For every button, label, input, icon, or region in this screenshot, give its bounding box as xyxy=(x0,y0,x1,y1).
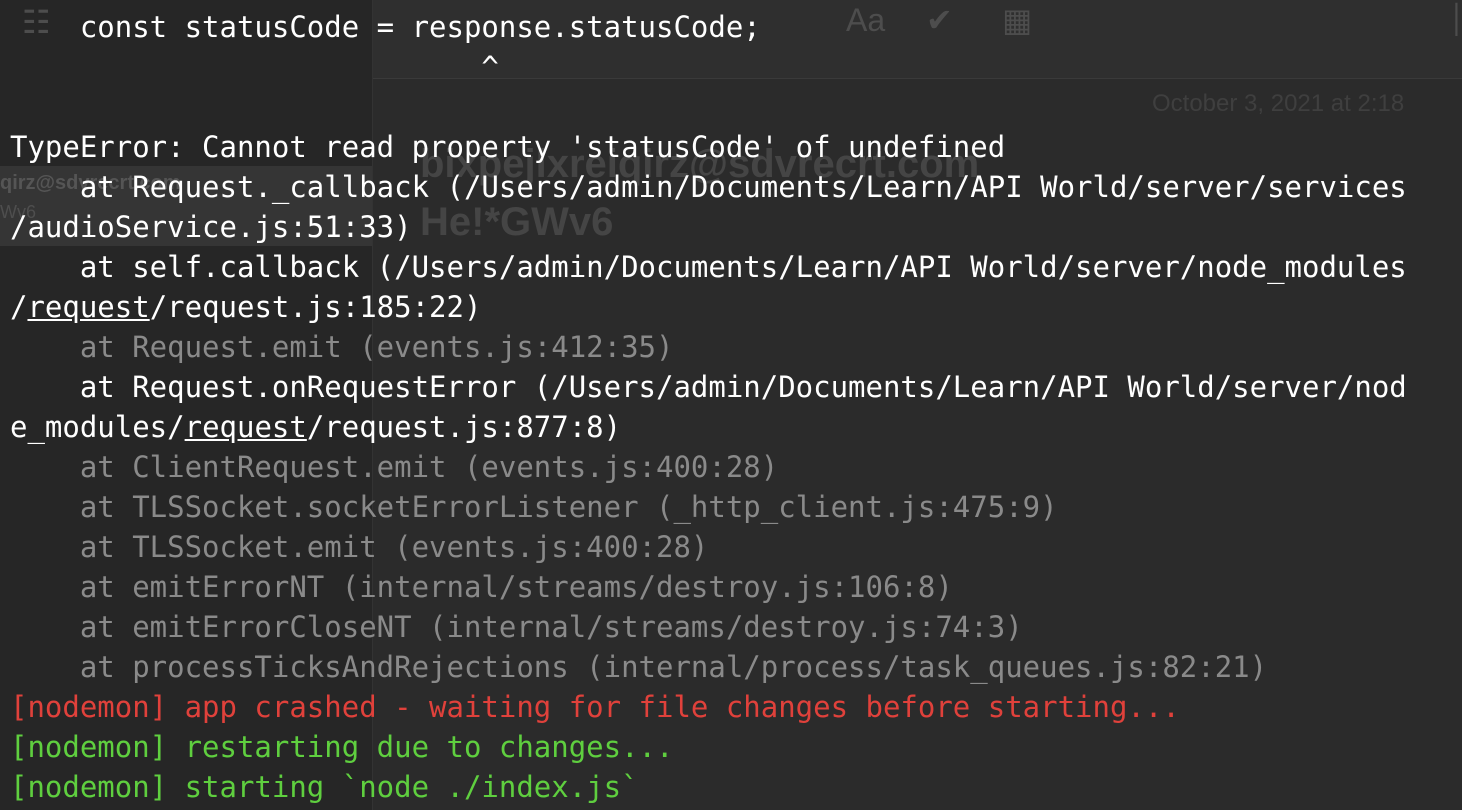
terminal-window: ☷ Aa ✔ ▦ │ October 3, 2021 at 2:18 bixpe… xyxy=(0,0,1462,810)
stack-frame-internal: at TLSSocket.socketErrorListener (_http_… xyxy=(10,490,1058,524)
stack-frame-internal: at emitErrorCloseNT (internal/streams/de… xyxy=(10,610,1023,644)
module-link[interactable]: request xyxy=(27,290,149,324)
stack-frame-internal: at processTicksAndRejections (internal/p… xyxy=(10,650,1268,684)
code-line: const statusCode = response.statusCode; xyxy=(10,10,761,44)
stack-frame: at self.callback (/Users/admin/Documents… xyxy=(10,250,1407,284)
nodemon-start-line: [nodemon] starting `node ./index.js` xyxy=(10,770,639,804)
path-segment: /request.js:185:22) xyxy=(149,290,482,324)
path-segment: /request.js:877:8) xyxy=(306,410,622,444)
nodemon-restart-line: [nodemon] restarting due to changes... xyxy=(10,730,674,764)
stack-frame: at Request._callback (/Users/admin/Docum… xyxy=(10,170,1407,204)
stack-frame-wrap: /request/request.js:185:22) xyxy=(10,287,1462,327)
terminal-output[interactable]: const statusCode = response.statusCode; … xyxy=(0,0,1462,810)
nodemon-crash-line: [nodemon] app crashed - waiting for file… xyxy=(10,690,1180,724)
stack-frame-internal: at Request.emit (events.js:412:35) xyxy=(10,330,674,364)
stack-frame: at Request.onRequestError (/Users/admin/… xyxy=(10,370,1407,404)
module-link[interactable]: request xyxy=(185,410,307,444)
path-segment: e_modules/ xyxy=(10,410,185,444)
path-segment: / xyxy=(10,290,28,324)
caret-line: ^ xyxy=(10,50,499,84)
stack-frame-internal: at ClientRequest.emit (events.js:400:28) xyxy=(10,450,779,484)
error-message: TypeError: Cannot read property 'statusC… xyxy=(10,130,1006,164)
stack-frame-internal: at TLSSocket.emit (events.js:400:28) xyxy=(10,530,709,564)
stack-frame-wrap: /audioService.js:51:33) xyxy=(10,210,412,244)
stack-frame-wrap: e_modules/request/request.js:877:8) xyxy=(10,407,1462,447)
stack-frame-internal: at emitErrorNT (internal/streams/destroy… xyxy=(10,570,953,604)
